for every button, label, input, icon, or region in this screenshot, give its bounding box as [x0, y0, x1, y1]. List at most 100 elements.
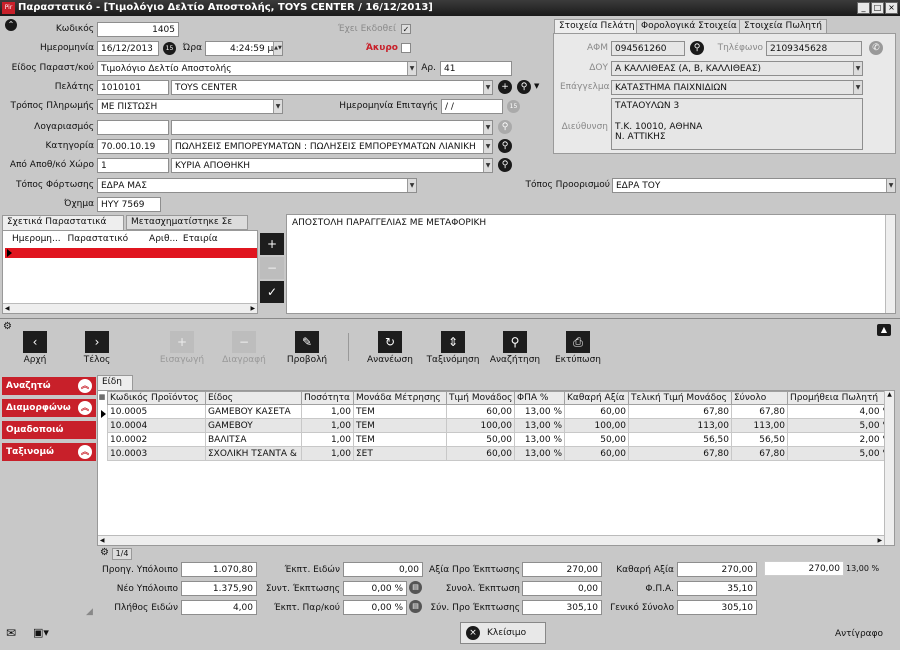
- tab-tax-info[interactable]: Φορολογικά Στοιχεία: [636, 19, 742, 34]
- payment-select[interactable]: ΜΕ ΠΙΣΤΩΣΗ ▼: [97, 99, 283, 114]
- table-cell[interactable]: 56,50: [731, 432, 788, 447]
- value-before-field[interactable]: 270,00: [522, 562, 602, 577]
- check-date-field[interactable]: / /: [441, 99, 503, 114]
- search-icon[interactable]: ⚲: [503, 331, 527, 353]
- table-cell[interactable]: GAMEBOY: [205, 418, 302, 433]
- first-record-button[interactable]: ‹: [23, 331, 47, 353]
- table-cell[interactable]: 10.0002: [107, 432, 206, 447]
- table-cell[interactable]: 10.0005: [107, 404, 206, 419]
- column-header[interactable]: Καθαρή Αξία: [564, 391, 629, 405]
- table-cell[interactable]: ΤΕΜ: [353, 404, 447, 419]
- column-header[interactable]: Τιμή Μονάδος: [446, 391, 515, 405]
- search-afm-icon[interactable]: ⚲: [690, 41, 704, 55]
- edit-pencil-icon[interactable]: ✎: [295, 331, 319, 353]
- email-icon[interactable]: ✉: [6, 626, 16, 640]
- confirm-related-button[interactable]: ✓: [260, 281, 284, 303]
- loading-select[interactable]: ΕΔΡΑ ΜΑΣ ▼: [97, 178, 417, 193]
- horizontal-scrollbar[interactable]: ◀ ▶: [98, 535, 884, 545]
- date-field[interactable]: 16/12/2013: [97, 41, 159, 56]
- last-record-button[interactable]: ›: [85, 331, 109, 353]
- add-customer-icon[interactable]: +: [498, 80, 512, 94]
- table-cell[interactable]: 5,00 %: [787, 418, 894, 433]
- side-configure-button[interactable]: Διαμορφώνω ︽: [2, 399, 96, 417]
- column-header[interactable]: Μονάδα Μέτρησης: [353, 391, 447, 405]
- table-cell[interactable]: 1,00: [301, 446, 354, 461]
- table-cell[interactable]: 1,00: [301, 418, 354, 433]
- table-row[interactable]: 10.0002 ΒΑΛΙΤΣΑ 1,00 ΤΕΜ 50,00 13,00 % 50,00 56…: [107, 432, 894, 447]
- table-cell[interactable]: 1,00: [301, 404, 354, 419]
- search-account-icon[interactable]: ⚲: [498, 120, 512, 134]
- table-cell[interactable]: ΒΑΛΙΤΣΑ: [205, 432, 302, 447]
- table-cell[interactable]: 113,00: [731, 418, 788, 433]
- phone-icon[interactable]: ✆: [869, 41, 883, 55]
- tab-items[interactable]: Είδη: [97, 375, 133, 390]
- dropdown-arrow-icon[interactable]: ▼: [534, 82, 539, 90]
- print-icon[interactable]: ⎙: [566, 331, 590, 353]
- account-name-select[interactable]: ▼: [171, 120, 493, 135]
- side-search-button[interactable]: Αναζητώ ︽: [2, 377, 96, 395]
- calendar-icon[interactable]: 15: [163, 42, 176, 55]
- close-button[interactable]: × Κλείσιμο: [460, 622, 546, 644]
- side-group-button[interactable]: Ομαδοποιώ: [2, 421, 96, 439]
- table-cell[interactable]: GAMEBOY ΚΑΣΕΤΑ: [205, 404, 302, 419]
- table-cell[interactable]: 100,00: [564, 418, 629, 433]
- delete-button[interactable]: −: [232, 331, 256, 353]
- table-cell[interactable]: 13,00 %: [514, 418, 565, 433]
- vertical-scrollbar[interactable]: [885, 215, 895, 313]
- table-cell[interactable]: 60,00: [446, 404, 515, 419]
- sort-icon[interactable]: ⇕: [441, 331, 465, 353]
- calendar-icon[interactable]: 15: [507, 100, 520, 113]
- warehouse-name-select[interactable]: ΚΥΡΙΑ ΑΠΟΘΗΚΗ ▼: [171, 158, 493, 173]
- destination-select[interactable]: ΕΔΡΑ ΤΟΥ ▼: [612, 178, 896, 193]
- refresh-icon[interactable]: ↻: [378, 331, 402, 353]
- phone-field[interactable]: 2109345628: [766, 41, 862, 56]
- table-cell[interactable]: ΤΕΜ: [353, 418, 447, 433]
- table-cell[interactable]: 60,00: [564, 446, 629, 461]
- side-sort-button[interactable]: Ταξινομώ ︽: [2, 443, 96, 461]
- column-header[interactable]: Είδος: [205, 391, 302, 405]
- disc-coef-field[interactable]: 0,00 %: [343, 581, 407, 596]
- table-cell[interactable]: 4,00 %: [787, 404, 894, 419]
- sum-before-field[interactable]: 305,10: [522, 600, 602, 615]
- vehicle-field[interactable]: ΗΥΥ 7569: [97, 197, 161, 212]
- selected-row[interactable]: [5, 248, 257, 258]
- table-row[interactable]: 10.0004 GAMEBOY 1,00 ΤΕΜ 100,00 13,00 % 100,00…: [107, 418, 894, 433]
- notes-area[interactable]: ΑΠΟΣΤΟΛΗ ΠΑΡΑΓΓΕΛΙΑΣ ΜΕ ΜΕΤΑΦΟΡΙΚΗ: [286, 214, 896, 314]
- close-window-button[interactable]: ×: [885, 2, 898, 14]
- doy-select[interactable]: Α ΚΑΛΛΙΘΕΑΣ (Α, Β, ΚΑΛΛΙΘΕΑΣ) ▼: [611, 61, 863, 76]
- void-checkbox[interactable]: [401, 43, 411, 53]
- table-cell[interactable]: 67,80: [628, 404, 732, 419]
- column-header[interactable]: Σύνολο: [731, 391, 788, 405]
- search-warehouse-icon[interactable]: ⚲: [498, 158, 512, 172]
- grand-field[interactable]: 305,10: [677, 600, 757, 615]
- tab-transformed-to[interactable]: Μετασχηματίστηκε Σε: [126, 215, 248, 230]
- add-related-button[interactable]: +: [260, 233, 284, 255]
- column-header[interactable]: Ποσότητα: [301, 391, 354, 405]
- collapse-toolbar-icon[interactable]: ▲: [877, 324, 891, 336]
- category-code-field[interactable]: 70.00.10.19: [97, 139, 169, 154]
- table-cell[interactable]: 5,00 %: [787, 446, 894, 461]
- customer-code-field[interactable]: 1010101: [97, 80, 169, 95]
- extra-value-field[interactable]: 270,00: [764, 561, 844, 576]
- table-cell[interactable]: 2,00 %: [787, 432, 894, 447]
- table-cell[interactable]: 13,00 %: [514, 404, 565, 419]
- prev-balance-field[interactable]: 1.070,80: [181, 562, 257, 577]
- table-cell[interactable]: 50,00: [564, 432, 629, 447]
- search-customer-icon[interactable]: ⚲: [517, 80, 531, 94]
- column-header[interactable]: ΦΠΑ %: [514, 391, 565, 405]
- maximize-button[interactable]: □: [871, 2, 884, 14]
- table-cell[interactable]: 67,80: [731, 446, 788, 461]
- items-grid[interactable]: Κωδικός Προϊόντος Είδος Ποσότητα Μονάδα Μέτ…: [97, 390, 895, 546]
- code-field[interactable]: 1405: [97, 22, 179, 37]
- table-cell[interactable]: 1,00: [301, 432, 354, 447]
- items-count-field[interactable]: 4,00: [181, 600, 257, 615]
- table-cell[interactable]: ΤΕΜ: [353, 432, 447, 447]
- search-category-icon[interactable]: ⚲: [498, 139, 512, 153]
- issued-checkbox[interactable]: ✓: [401, 24, 411, 34]
- table-cell[interactable]: ΣΕΤ: [353, 446, 447, 461]
- category-name-select[interactable]: ΠΩΛΗΣΕΙΣ ΕΜΠΟΡΕΥΜΑΤΩΝ : ΠΩΛΗΣΕΙΣ ΕΜΠΟΡΕΥ…: [171, 139, 493, 154]
- number-field[interactable]: 41: [440, 61, 512, 76]
- column-header[interactable]: Κωδικός Προϊόντος: [107, 391, 206, 405]
- table-cell[interactable]: 10.0004: [107, 418, 206, 433]
- warehouse-code-field[interactable]: 1: [97, 158, 169, 173]
